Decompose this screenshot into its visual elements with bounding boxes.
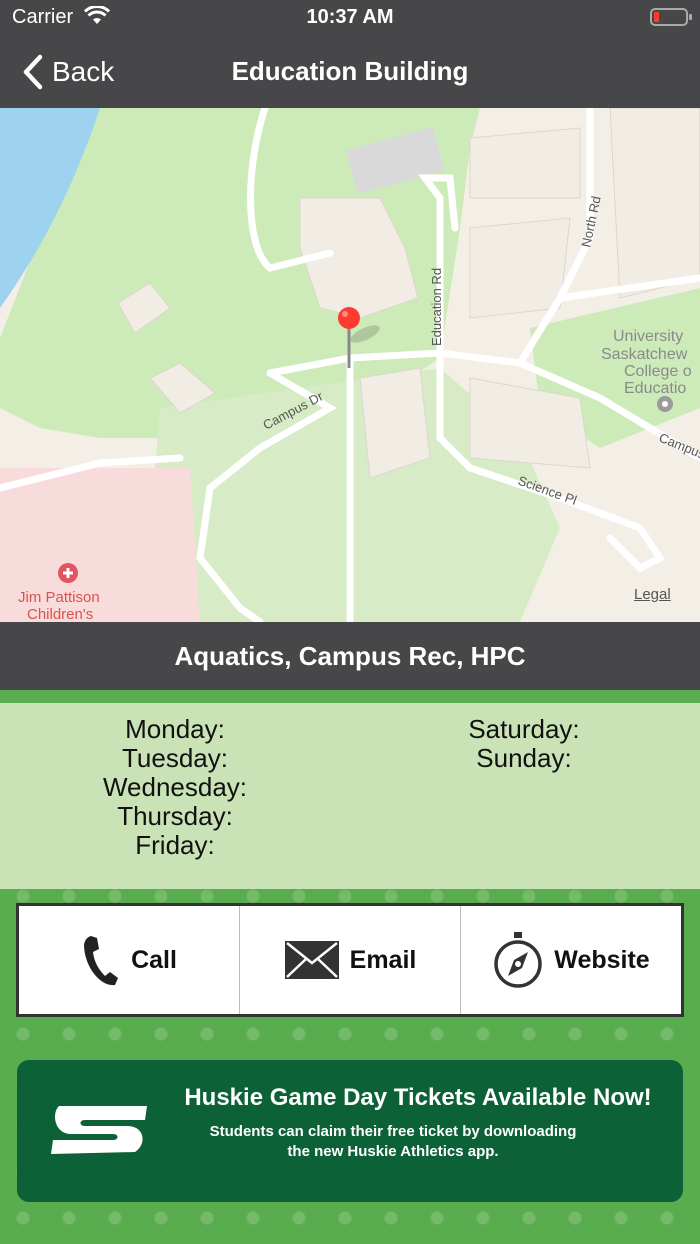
hours-day-label: Wednesday: [102, 772, 248, 802]
compass-icon [494, 932, 543, 988]
phone-icon [84, 936, 119, 986]
map-label-university-2: Saskatchew [601, 346, 688, 363]
page-title: Education Building [231, 56, 469, 86]
website-button[interactable]: Website [460, 906, 681, 1014]
status-time: 10:37 AM [306, 6, 394, 28]
weekend-hours: Saturday: Sunday: [399, 715, 649, 773]
banner-subtext-line2: the new Huskie Athletics app. [287, 1143, 499, 1160]
map-label-education-rd: Education Rd [429, 268, 444, 346]
facility-name: Aquatics, Campus Rec, HPC [0, 622, 700, 690]
hours-day-label: Sunday: [476, 743, 572, 773]
hours-day-label: Friday: [135, 830, 215, 860]
weekday-hours: Monday: Tuesday: Wednesday: Thursday: Fr… [50, 715, 300, 860]
map-pin-icon[interactable] [338, 307, 360, 329]
website-label: Website [554, 945, 650, 974]
map-canvas: Campus Dr Education Rd North Rd Science … [0, 108, 700, 622]
map-label-university-3: College o [624, 363, 692, 380]
banner-subtext: Students can claim their free ticket by … [175, 1122, 611, 1162]
email-button[interactable]: Email [239, 906, 460, 1014]
email-label: Email [349, 945, 417, 974]
hours-day-label: Saturday: [468, 714, 580, 744]
huskie-logo [51, 1106, 147, 1154]
battery-low-icon [650, 8, 692, 26]
map-label-hospital-2: Children's [27, 606, 93, 622]
hours-day-label: Tuesday: [122, 743, 228, 773]
contact-actions: Call Email Website [16, 903, 684, 1017]
envelope-icon [284, 941, 339, 979]
map-legal-link[interactable]: Legal [634, 586, 671, 603]
map-label-university-4: Educatio [624, 380, 686, 397]
hours-day-label: Thursday: [117, 801, 233, 831]
map-label-university-1: University [613, 328, 683, 345]
banner-headline: Huskie Game Day Tickets Available Now! [184, 1084, 652, 1111]
top-bar: Carrier 10:37 AM Back Education Building [0, 0, 700, 108]
hours-day-label: Monday: [125, 714, 225, 744]
map-view[interactable]: Campus Dr Education Rd North Rd Science … [0, 108, 700, 622]
map-label-hospital-1: Jim Pattison [18, 589, 100, 606]
status-bar: Carrier 10:37 AM [0, 0, 700, 36]
hours-panel: Monday: Tuesday: Wednesday: Thursday: Fr… [0, 703, 700, 889]
banner-subtext-line1: Students can claim their free ticket by … [209, 1123, 577, 1140]
tickets-banner[interactable]: Huskie Game Day Tickets Available Now! S… [17, 1060, 683, 1202]
call-label: Call [131, 945, 177, 974]
call-button[interactable]: Call [19, 906, 239, 1014]
nav-bar: Back Education Building [0, 36, 700, 108]
